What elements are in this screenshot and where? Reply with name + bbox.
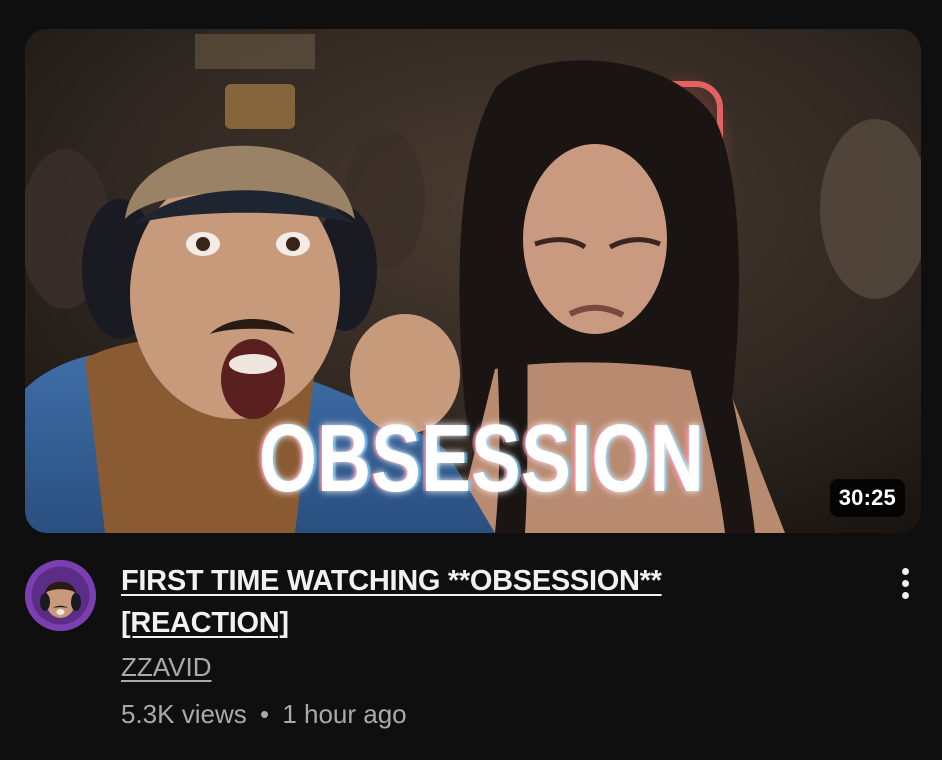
upload-age: 1 hour ago	[282, 699, 407, 729]
view-count: 5.3K views	[121, 699, 247, 729]
video-thumbnail[interactable]: OBSESSION OBSESSION OBSESSION 30:25	[25, 29, 921, 533]
video-title[interactable]: FIRST TIME WATCHING **OBSESSION** [REACT…	[121, 560, 761, 644]
duration-badge: 30:25	[829, 479, 905, 517]
video-card: OBSESSION OBSESSION OBSESSION 30:25 FIRS…	[0, 0, 942, 760]
video-stats: 5.3K views • 1 hour ago	[121, 699, 407, 730]
channel-avatar[interactable]	[25, 560, 96, 631]
stats-separator: •	[259, 699, 270, 729]
more-options-button[interactable]	[893, 566, 917, 606]
channel-name[interactable]: ZZAVID	[121, 652, 212, 683]
avatar-icon	[25, 560, 96, 631]
thumbnail-title-text: OBSESSION	[259, 405, 704, 512]
thumbnail-image: OBSESSION OBSESSION OBSESSION	[25, 29, 921, 533]
video-details: FIRST TIME WATCHING **OBSESSION** [REACT…	[25, 560, 921, 740]
vertical-dots-icon	[893, 568, 917, 599]
